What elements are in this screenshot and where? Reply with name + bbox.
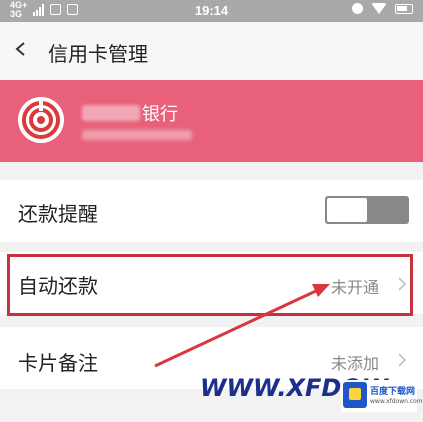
bank-name-text: 银行 (142, 104, 178, 125)
wifi-icon (371, 3, 387, 14)
chevron-right-icon (398, 353, 407, 367)
watermark-logo-url: www.xfdown.com (370, 398, 423, 405)
blurred-text (82, 105, 140, 121)
highlight-box (7, 254, 413, 316)
card-notes-status: 未添加 (330, 354, 379, 373)
repayment-reminder-row: 还款提醒 (0, 180, 423, 242)
status-bar: 4G+ 3G 19:14 (0, 0, 423, 22)
bank-name: 银行 (82, 100, 178, 126)
blurred-card-number (82, 130, 192, 140)
alarm-icon (352, 3, 363, 14)
status-right (352, 3, 413, 14)
repayment-reminder-label: 还款提醒 (18, 202, 98, 226)
watermark-logo-title: 百度下载网 (370, 387, 416, 397)
page-title: 信用卡管理 (48, 42, 148, 66)
bank-card-banner[interactable]: 银行 (0, 80, 423, 162)
chevron-left-icon[interactable] (14, 42, 28, 56)
bank-logo-icon (18, 97, 64, 143)
title-bar: 信用卡管理 (0, 22, 423, 80)
card-notes-label: 卡片备注 (18, 351, 98, 375)
watermark-logo: 百度下载网 www.xfdown.com (341, 380, 423, 412)
watermark-logo-icon (343, 382, 367, 408)
repayment-reminder-toggle[interactable] (325, 196, 409, 224)
toggle-knob (327, 198, 367, 222)
battery-icon (395, 3, 413, 14)
